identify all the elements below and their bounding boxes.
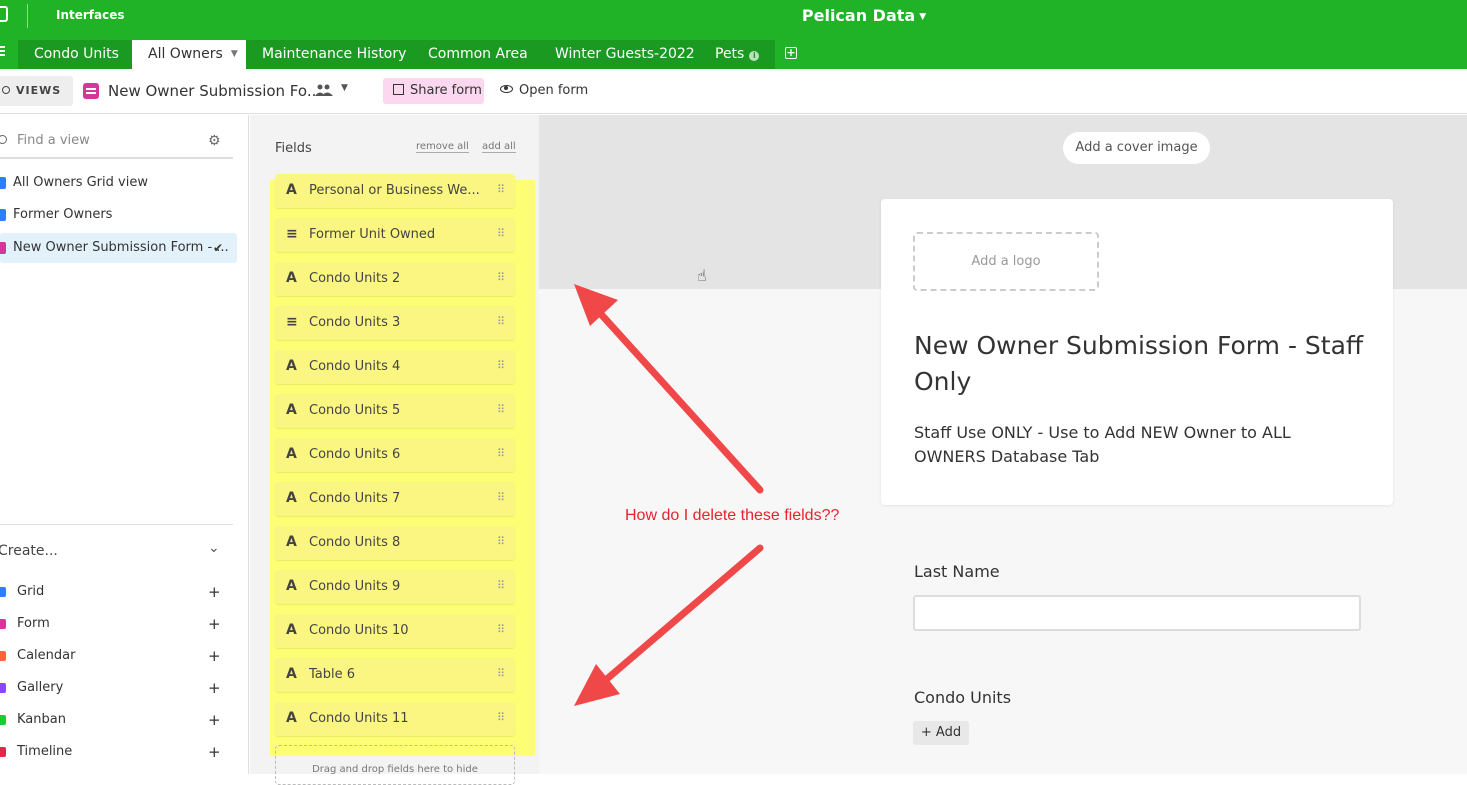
arrow-up-line — [586, 298, 764, 494]
annotation-text: How do I delete these fields?? — [625, 507, 840, 524]
annotation-arrows — [574, 284, 764, 706]
arrow-up-head — [574, 284, 618, 326]
hand-cursor-icon: ☝ — [697, 266, 707, 285]
arrow-down-line — [590, 544, 764, 694]
